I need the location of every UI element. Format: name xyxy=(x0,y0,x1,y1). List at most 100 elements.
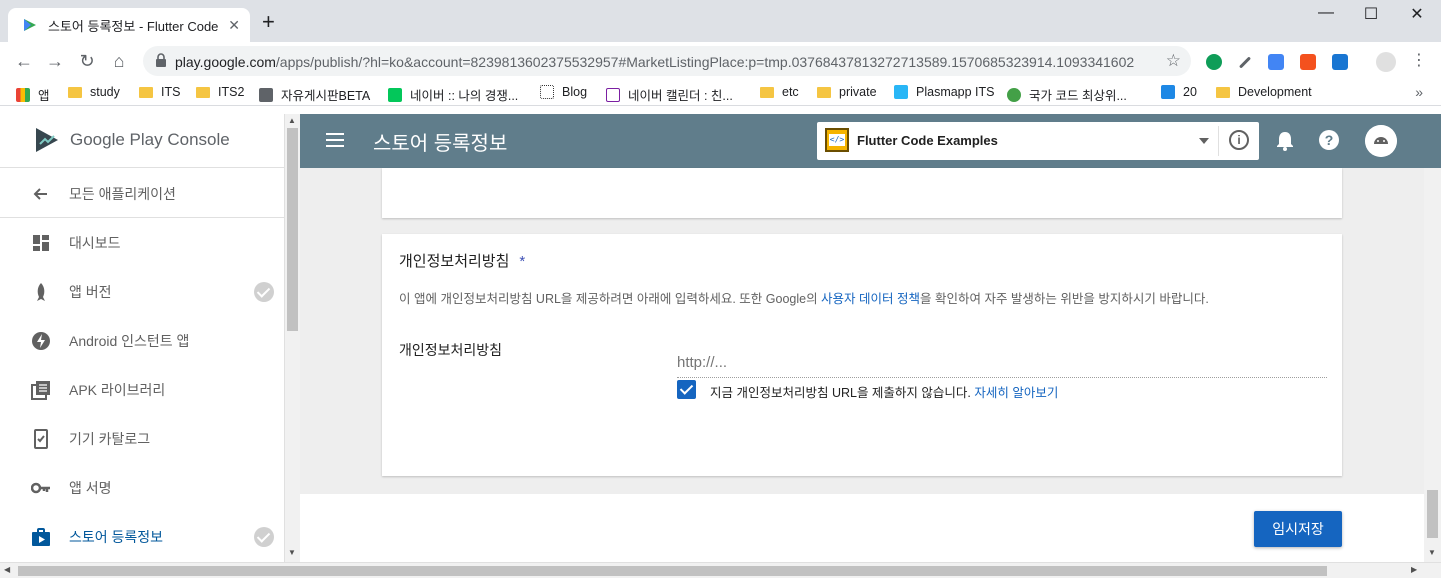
main-content: 개인정보처리방침 * 이 앱에 개인정보처리방침 URL을 제공하려면 아래에 입… xyxy=(300,168,1424,494)
bookmark-apps[interactable]: 앱 xyxy=(16,85,50,104)
bookmark-its[interactable]: ITS xyxy=(139,85,180,99)
back-label: 모든 애플리케이션 xyxy=(69,185,176,202)
bookmark-its2[interactable]: ITS2 xyxy=(196,85,244,99)
laptop-icon xyxy=(259,87,273,102)
extension-ex-icon[interactable] xyxy=(1300,54,1316,70)
browser-window: 스토어 등록정보 - Flutter Code ✕ + — ☐ ✕ ← → ↻ … xyxy=(0,0,1441,578)
new-tab-button[interactable]: + xyxy=(262,11,275,33)
address-bar[interactable]: play.google.com/apps/publish/?hl=ko&acco… xyxy=(143,46,1191,76)
sidebar-item-label: 기기 카탈로그 xyxy=(69,430,151,447)
bookmark-label: ITS xyxy=(161,85,181,99)
page-title: 스토어 등록정보 xyxy=(373,133,508,155)
no-privacy-url-checkbox[interactable] xyxy=(677,380,696,399)
privacy-url-input[interactable] xyxy=(677,348,1327,378)
maximize-icon[interactable]: ☐ xyxy=(1348,4,1394,24)
back-to-all-apps[interactable]: 모든 애플리케이션 xyxy=(0,169,285,218)
translate-icon[interactable] xyxy=(1268,54,1284,70)
bookmark-label: 네이버 캘린더 : 친... xyxy=(628,89,733,103)
shopping-bag-icon xyxy=(32,527,50,546)
tab-strip: 스토어 등록정보 - Flutter Code ✕ + — ☐ ✕ xyxy=(0,0,1441,42)
divider xyxy=(0,167,285,168)
bookmark-star-icon[interactable]: ☆ xyxy=(1166,51,1181,71)
profile-icon[interactable] xyxy=(1376,52,1396,72)
browser-tab[interactable]: 스토어 등록정보 - Flutter Code ✕ xyxy=(8,8,250,42)
forward-arrow-icon[interactable]: → xyxy=(43,51,67,71)
account-avatar-icon[interactable] xyxy=(1365,125,1397,157)
checkbox-label: 지금 개인정보처리방침 URL을 제출하지 않습니다. 자세히 알아보기 xyxy=(710,382,1058,401)
sidebar-item-app-releases[interactable]: 앱 버전 xyxy=(0,267,285,316)
bookmark-label: 국가 코드 최상위... xyxy=(1029,89,1127,103)
sidebar-item-app-signing[interactable]: 앱 서명 xyxy=(0,463,285,512)
sidebar-item-label: 대시보드 xyxy=(69,234,121,251)
bolt-icon xyxy=(32,331,50,350)
back-arrow-icon[interactable]: ← xyxy=(12,51,36,71)
bookmark-20[interactable]: 20 xyxy=(1161,85,1197,99)
bookmark-label: 네이버 :: 나의 경쟁... xyxy=(410,89,519,103)
extension-video-icon[interactable] xyxy=(1332,54,1348,70)
help-icon[interactable]: ? xyxy=(1319,130,1339,150)
scroll-left-arrow-icon[interactable]: ◀ xyxy=(4,565,10,574)
bookmark-development[interactable]: Development xyxy=(1216,85,1312,99)
eyedropper-icon[interactable] xyxy=(1238,56,1252,69)
sidebar-item-label: 앱 버전 xyxy=(69,283,112,300)
site-icon xyxy=(1007,87,1021,102)
bookmark-label: private xyxy=(839,85,877,99)
sidebar-item-label: APK 라이브러리 xyxy=(69,381,166,398)
sidebar-scrollbar[interactable]: ▲ ▼ xyxy=(285,114,300,562)
minimize-icon[interactable]: — xyxy=(1303,4,1349,22)
bookmark-blog[interactable]: Blog xyxy=(540,85,587,99)
notifications-bell-icon[interactable] xyxy=(1276,131,1294,151)
user-data-policy-link[interactable]: 사용자 데이터 정책 xyxy=(821,292,920,306)
folder-icon xyxy=(68,86,82,98)
bookmark-study[interactable]: study xyxy=(68,85,120,99)
scrollbar-thumb[interactable] xyxy=(1427,490,1438,538)
scrollbar-thumb[interactable] xyxy=(18,566,1327,576)
scroll-down-arrow-icon[interactable]: ▼ xyxy=(288,548,296,557)
url-text: play.google.com/apps/publish/?hl=ko&acco… xyxy=(175,54,1134,70)
brand[interactable]: Google Play Console xyxy=(34,126,230,154)
bookmark-calendar[interactable]: 네이버 캘린더 : 친... xyxy=(606,85,733,104)
extension-green-icon[interactable] xyxy=(1206,54,1222,70)
sidebar-item-store-listing[interactable]: 스토어 등록정보 xyxy=(0,512,285,561)
scroll-down-arrow-icon[interactable]: ▼ xyxy=(1428,548,1436,557)
dropdown-caret-icon[interactable] xyxy=(1199,138,1209,144)
folder-icon xyxy=(760,86,774,98)
horizontal-scrollbar[interactable]: ◀ ▶ xyxy=(0,562,1441,578)
bookmark-etc[interactable]: etc xyxy=(760,85,799,99)
dashboard-icon xyxy=(33,234,49,251)
content-scrollbar[interactable]: ▼ xyxy=(1424,168,1441,562)
bookmark-board[interactable]: 자유게시판BETA xyxy=(259,85,370,104)
bookmark-private[interactable]: private xyxy=(817,85,877,99)
close-tab-icon[interactable]: ✕ xyxy=(228,17,240,34)
required-mark: * xyxy=(519,253,526,270)
bookmark-label: etc xyxy=(782,85,799,99)
sidebar-item-instant-apps[interactable]: Android 인스턴트 앱 xyxy=(0,316,285,365)
folder-icon xyxy=(1216,86,1230,98)
scroll-up-arrow-icon[interactable]: ▲ xyxy=(288,116,296,125)
scrollbar-thumb[interactable] xyxy=(287,128,298,331)
sidebar-item-dashboard[interactable]: 대시보드 xyxy=(0,218,285,267)
bookmark-country-code[interactable]: 국가 코드 최상위... xyxy=(1007,85,1127,104)
bookmarks-more-icon[interactable]: » xyxy=(1415,84,1423,100)
hamburger-menu-icon[interactable] xyxy=(326,133,344,147)
bookmark-naver[interactable]: 네이버 :: 나의 경쟁... xyxy=(388,85,518,104)
home-icon[interactable]: ⌂ xyxy=(107,51,131,71)
sidebar-item-apk-library[interactable]: APK 라이브러리 xyxy=(0,365,285,414)
close-window-icon[interactable]: ✕ xyxy=(1394,4,1440,24)
learn-more-link[interactable]: 자세히 알아보기 xyxy=(974,386,1058,400)
info-icon[interactable]: i xyxy=(1229,130,1249,150)
menu-kebab-icon[interactable]: ⋮ xyxy=(1407,51,1431,71)
play-console-logo-icon xyxy=(36,128,58,152)
checkbox-label-text: 지금 개인정보처리방침 URL을 제출하지 않습니다. xyxy=(710,386,975,400)
scroll-right-arrow-icon[interactable]: ▶ xyxy=(1411,565,1417,574)
bookmark-label: 앱 xyxy=(38,89,50,103)
sidebar-item-label: 앱 서명 xyxy=(69,479,112,496)
sidebar-item-device-catalog[interactable]: 기기 카탈로그 xyxy=(0,414,285,463)
check-circle-icon xyxy=(254,281,274,302)
reload-icon[interactable]: ↻ xyxy=(75,51,99,71)
bookmark-plasmapp[interactable]: Plasmapp ITS xyxy=(894,85,995,99)
app-selector[interactable]: </> Flutter Code Examples i xyxy=(817,122,1259,160)
folder-icon xyxy=(817,86,831,98)
app-name: Flutter Code Examples xyxy=(857,133,998,148)
save-draft-button[interactable]: 임시저장 xyxy=(1254,511,1342,547)
